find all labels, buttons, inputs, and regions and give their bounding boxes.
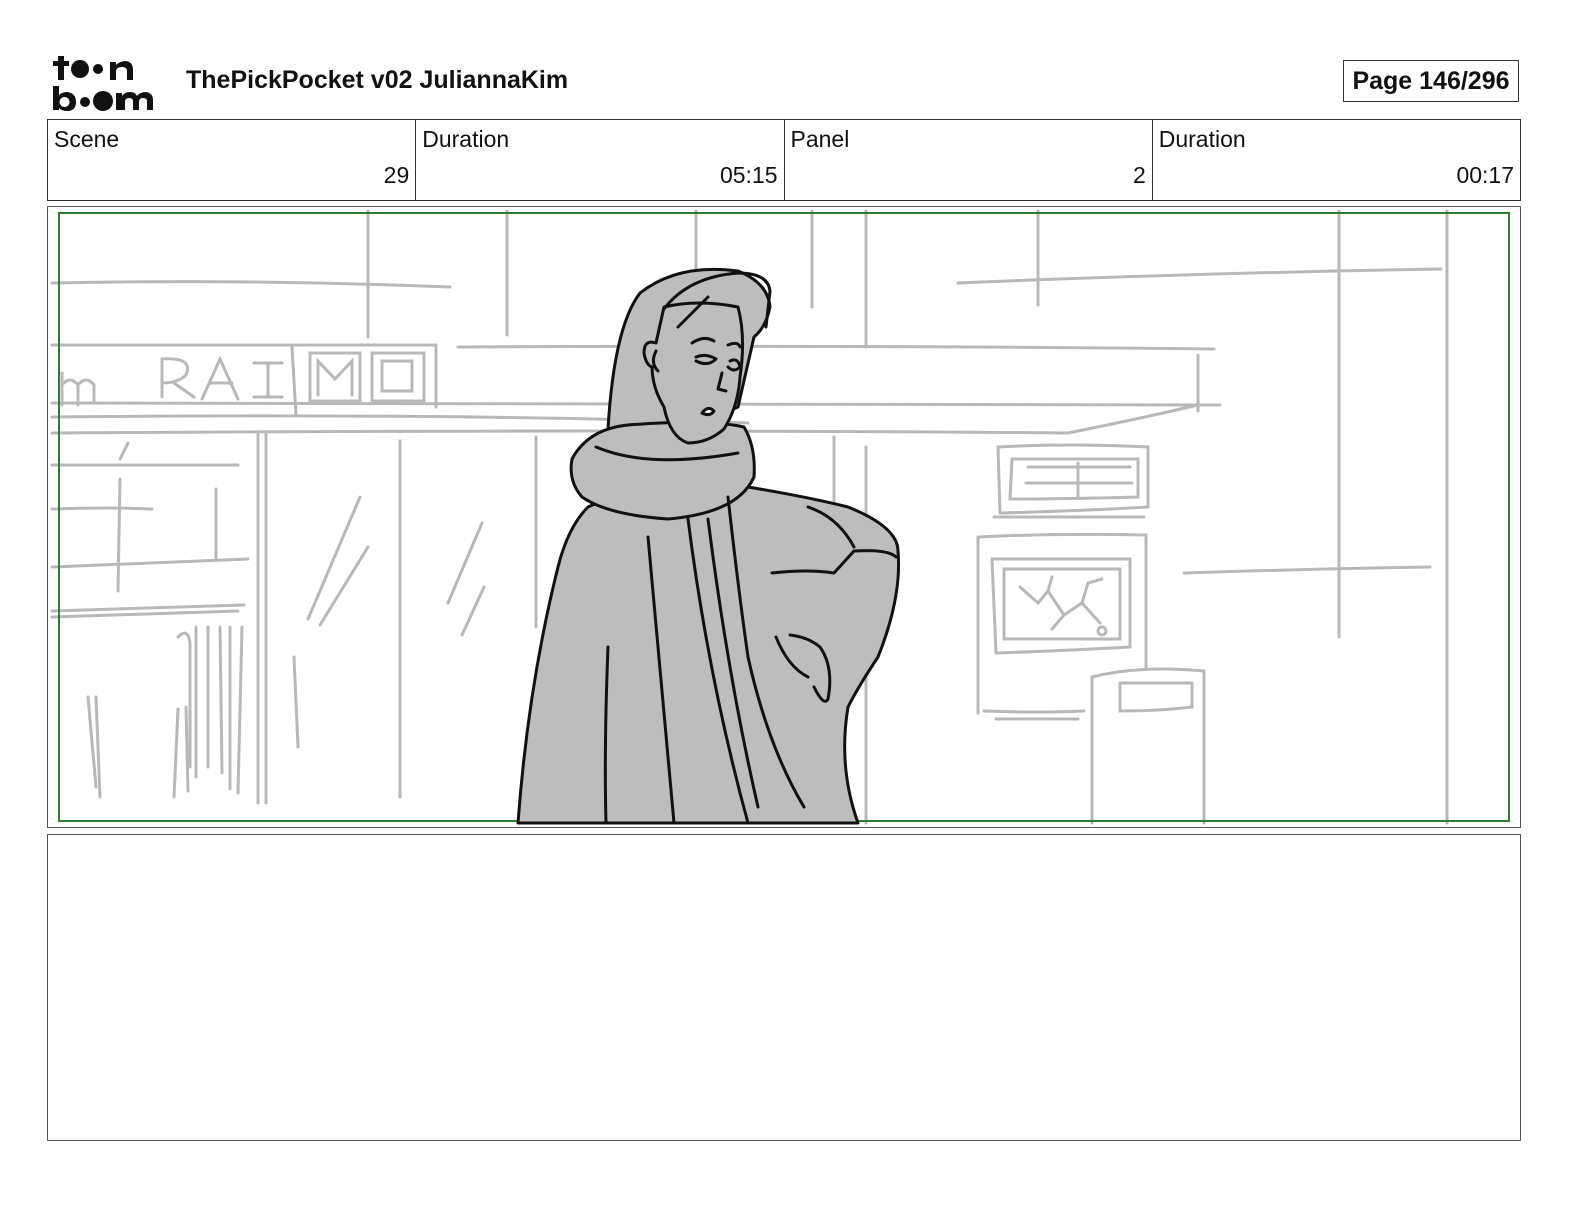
panel-duration-label: Duration <box>1158 126 1246 152</box>
scene-value: 29 <box>383 162 410 188</box>
panel-duration-value: 00:17 <box>1456 162 1514 188</box>
panel-notes-box[interactable] <box>47 834 1521 1141</box>
scene-label: Scene <box>54 126 120 152</box>
panel-cell: Panel 2 <box>785 120 1153 200</box>
document-title: ThePickPocket v02 JuliannaKim <box>186 66 569 94</box>
scene-cell: Scene 29 <box>48 120 417 200</box>
scene-duration-value: 05:15 <box>719 162 778 188</box>
panel-label: Panel <box>790 126 850 152</box>
toonboom-logo <box>52 52 164 112</box>
panel-sketch <box>50 209 1510 825</box>
scene-duration-label: Duration <box>422 126 510 152</box>
page-indicator: Page 146/296 <box>1343 60 1519 102</box>
panel-value: 2 <box>1132 162 1146 188</box>
storyboard-panel <box>47 206 1521 828</box>
scene-info-table: Scene 29 Duration 05:15 Panel 2 Duration… <box>47 119 1521 201</box>
scene-duration-cell: Duration 05:15 <box>416 120 785 200</box>
panel-duration-cell: Duration 00:17 <box>1153 120 1520 200</box>
